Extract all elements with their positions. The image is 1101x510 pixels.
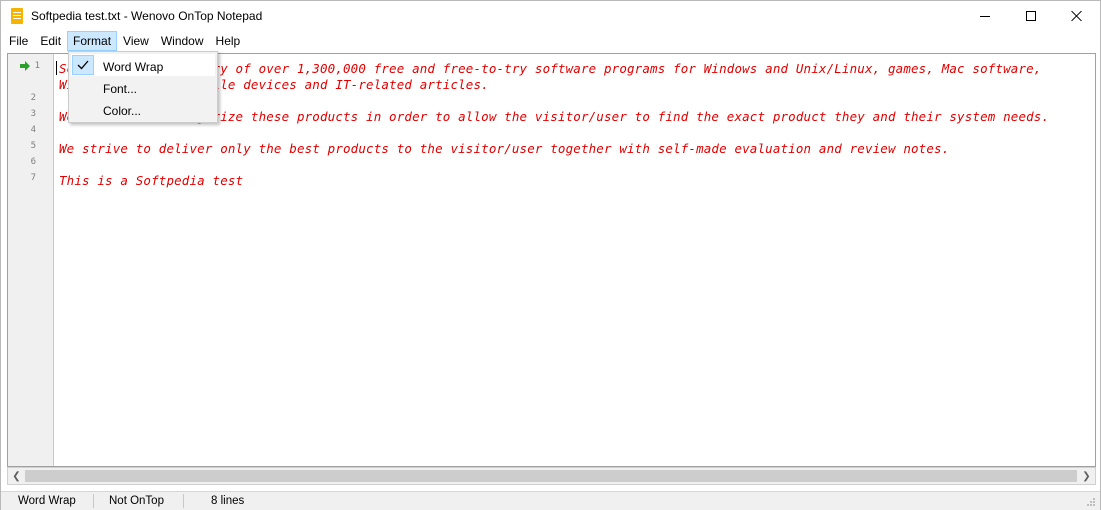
menu-item-label: Font... — [103, 82, 138, 96]
scrollbar-thumb[interactable] — [25, 470, 1077, 482]
line-number-gutter: 1 2 3 4 5 6 7 — [8, 54, 54, 466]
line-number: 6 — [30, 157, 36, 167]
text-line: We strive to deliver only the best produ… — [59, 141, 950, 156]
maximize-button[interactable] — [1008, 1, 1054, 31]
line-number: 7 — [30, 173, 36, 183]
minimize-icon — [980, 15, 990, 17]
scroll-left-icon[interactable]: ❮ — [8, 468, 25, 484]
maximize-icon — [1026, 11, 1036, 21]
text-caret — [56, 61, 57, 75]
status-bar: Word Wrap Not OnTop 8 lines — [1, 491, 1100, 510]
window-title: Softpedia test.txt - Wenovo OnTop Notepa… — [31, 9, 263, 23]
close-button[interactable] — [1054, 1, 1100, 31]
menu-item-label: Word Wrap — [103, 60, 164, 74]
menu-item-font[interactable]: Font... — [71, 76, 215, 98]
menu-format[interactable]: Format — [67, 31, 118, 51]
line-number: 2 — [30, 93, 36, 103]
line-number: 5 — [30, 141, 36, 151]
format-dropdown-menu: Word Wrap Font... Color... — [68, 51, 218, 123]
status-line-count: 8 lines — [211, 495, 245, 507]
menu-item-word-wrap[interactable]: Word Wrap — [71, 54, 215, 76]
menu-bar: File Edit Format View Window Help — [1, 31, 1100, 51]
resize-grip-icon[interactable] — [1086, 497, 1096, 507]
menu-item-color[interactable]: Color... — [71, 98, 215, 120]
title-bar[interactable]: Softpedia test.txt - Wenovo OnTop Notepa… — [1, 1, 1100, 31]
menu-help[interactable]: Help — [210, 31, 247, 51]
line-number: 3 — [30, 109, 36, 119]
text-line: This is a Softpedia test — [59, 173, 244, 188]
scroll-right-icon[interactable]: ❯ — [1078, 468, 1095, 484]
minimize-button[interactable] — [962, 1, 1008, 31]
status-divider — [183, 494, 184, 508]
horizontal-scrollbar[interactable]: ❮ ❯ — [7, 467, 1096, 485]
checkmark-icon — [72, 55, 94, 75]
status-divider — [93, 494, 94, 508]
status-word-wrap: Word Wrap — [18, 495, 76, 507]
menu-view[interactable]: View — [117, 31, 155, 51]
notepad-window: Softpedia test.txt - Wenovo OnTop Notepa… — [0, 0, 1101, 510]
close-icon — [1071, 10, 1083, 22]
menu-item-label: Color... — [103, 104, 142, 118]
menu-edit[interactable]: Edit — [34, 31, 67, 51]
line-number: 4 — [30, 125, 36, 135]
menu-window[interactable]: Window — [155, 31, 210, 51]
menu-file[interactable]: File — [3, 31, 34, 51]
notepad-app-icon — [11, 8, 23, 24]
line-number: 1 — [34, 61, 40, 71]
status-on-top: Not OnTop — [109, 495, 164, 507]
